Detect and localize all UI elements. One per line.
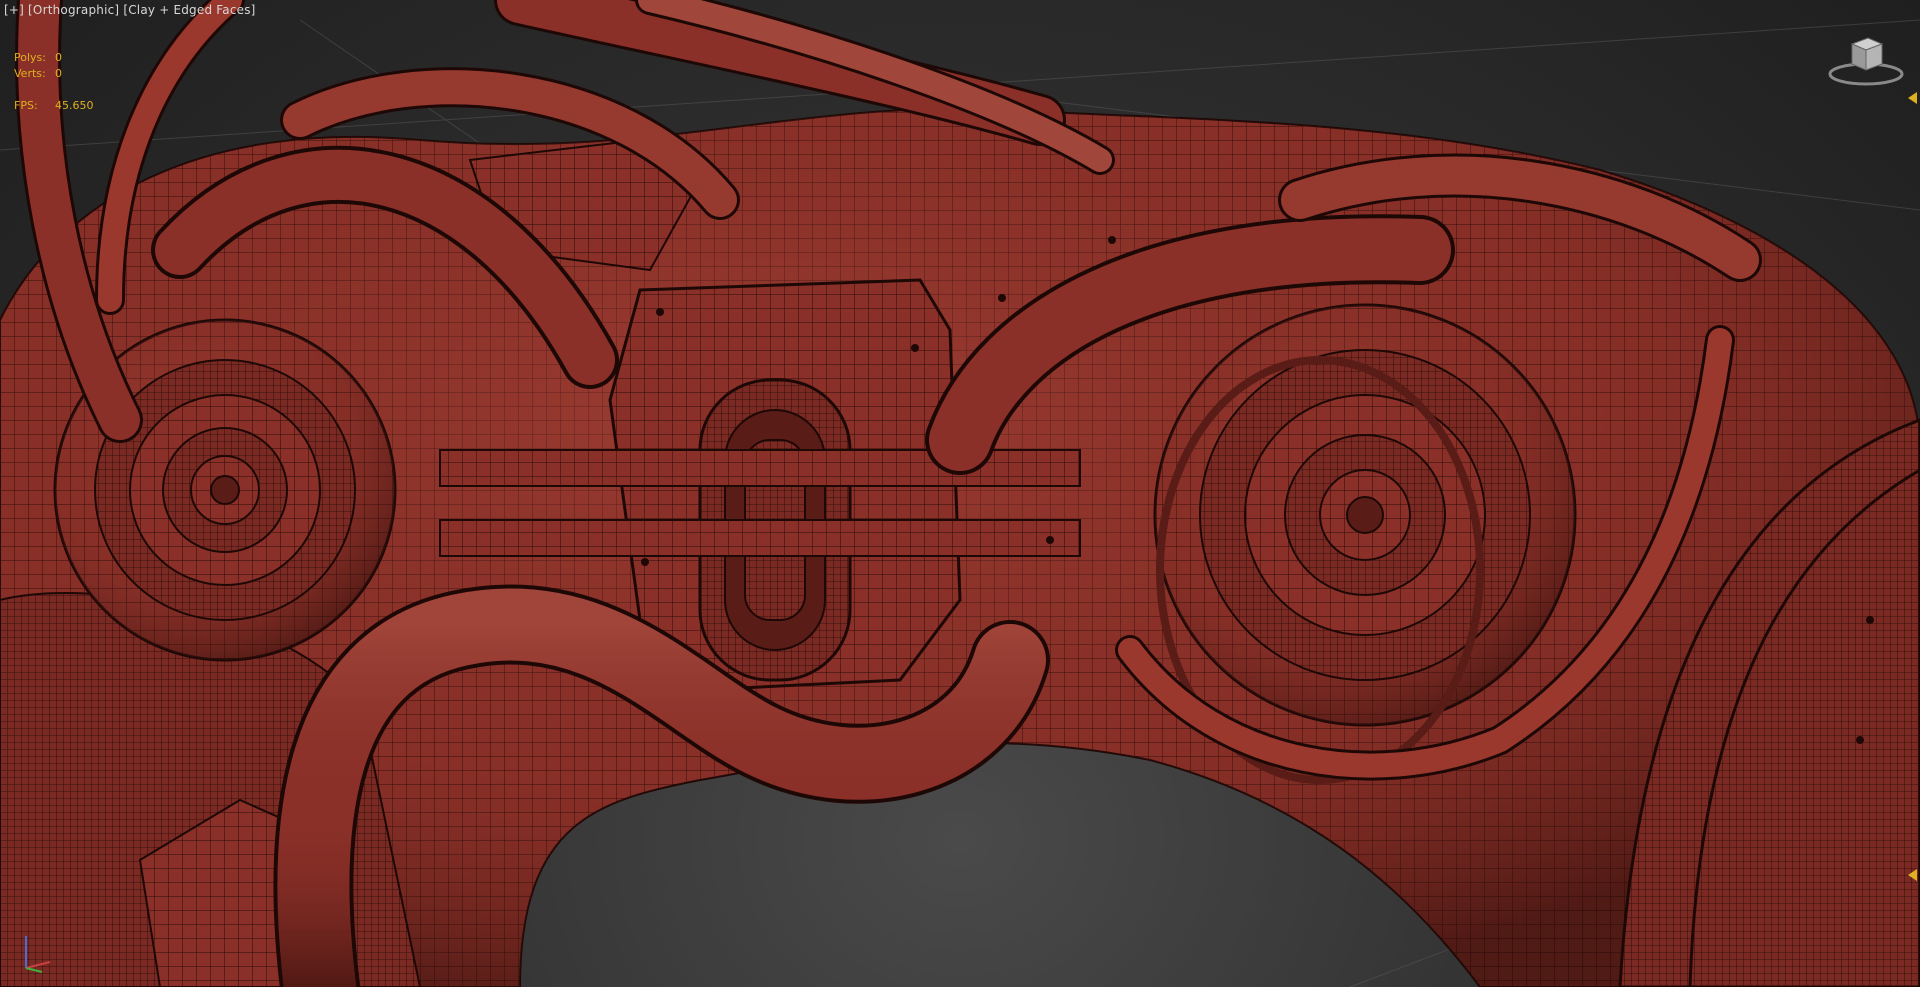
verts-label: Verts: <box>14 67 46 80</box>
fps-stat: FPS: 45.650 <box>14 98 94 114</box>
fps-label: FPS: <box>14 99 38 112</box>
viewcube-marker-bottom <box>1908 869 1917 881</box>
viewcube-marker-top <box>1908 92 1917 104</box>
polys-stat: Polys: 0 <box>14 50 94 66</box>
fps-value: 45.650 <box>55 99 94 112</box>
viewport-orthographic[interactable]: [+] [Orthographic] [Clay + Edged Faces] … <box>0 0 1920 987</box>
polys-value: 0 <box>55 51 62 64</box>
robotic-arm-model[interactable] <box>0 0 1920 987</box>
viewport-shading-menu[interactable]: [Clay + Edged Faces] <box>123 3 255 17</box>
viewport-label[interactable]: [+] [Orthographic] [Clay + Edged Faces] <box>4 3 256 17</box>
verts-value: 0 <box>55 67 62 80</box>
viewport-plus-menu[interactable]: [+] <box>4 3 24 17</box>
viewcube-icon[interactable] <box>1826 30 1906 90</box>
verts-stat: Verts: 0 <box>14 66 94 82</box>
statistics-overlay: Polys: 0 Verts: 0 FPS: 45.650 <box>14 50 94 114</box>
viewport-view-menu[interactable]: [Orthographic] <box>28 3 119 17</box>
polys-label: Polys: <box>14 51 46 64</box>
axis-tripod-icon <box>25 936 51 973</box>
